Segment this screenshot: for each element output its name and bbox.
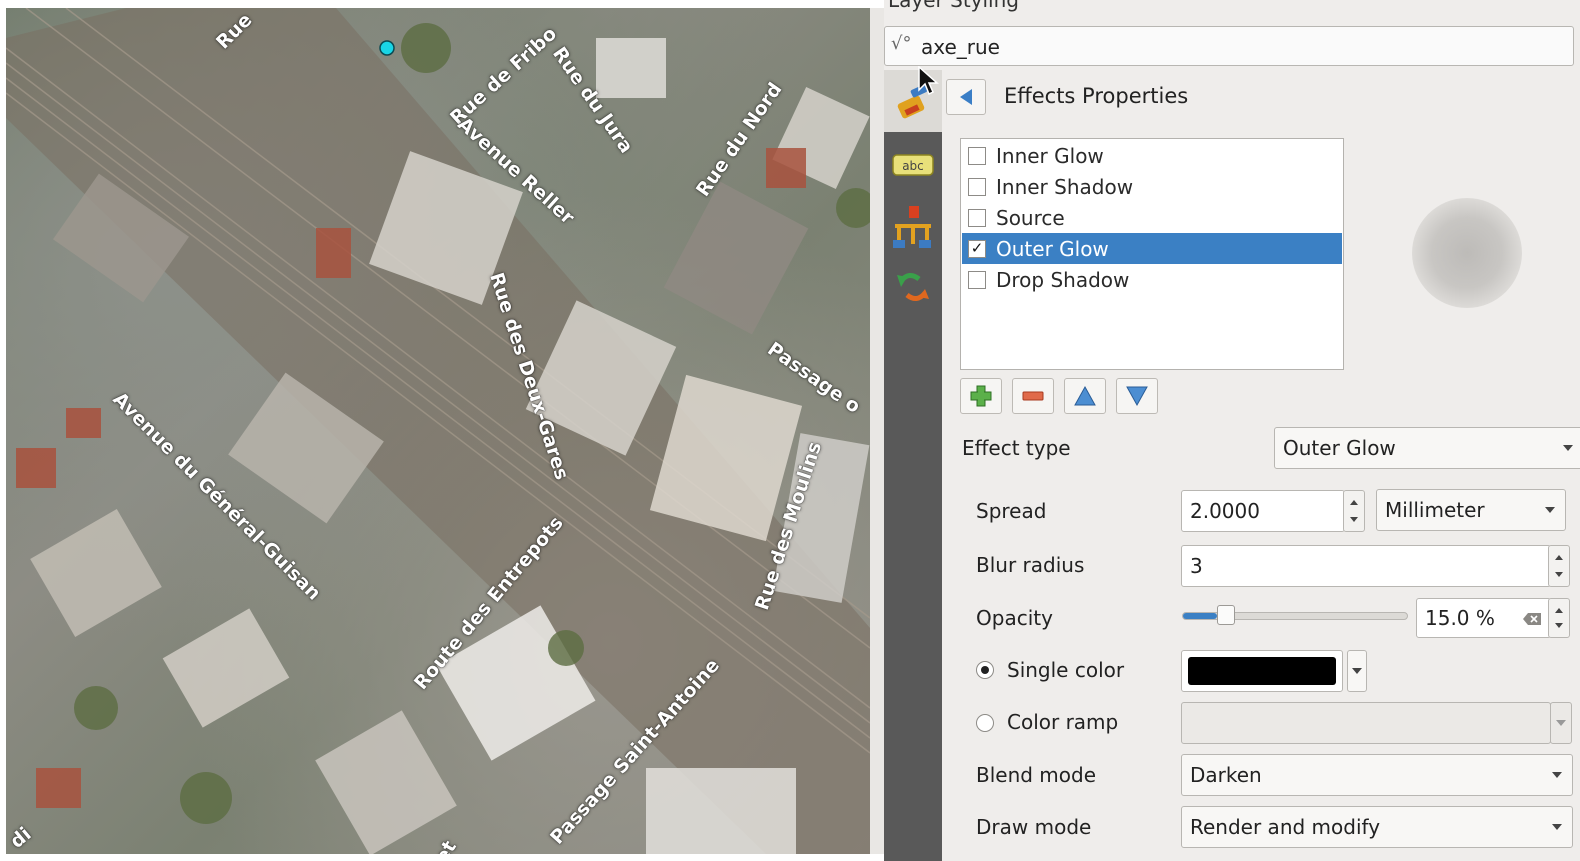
effect-item-drop-shadow[interactable]: Drop Shadow (962, 264, 1342, 295)
back-button[interactable] (946, 79, 986, 115)
effect-label: Inner Glow (996, 143, 1104, 168)
svg-text:abc: abc (902, 159, 924, 173)
effects-list[interactable]: Inner Glow Inner Shadow Source ✓ Outer G… (960, 138, 1344, 370)
spread-unit-value: Millimeter (1385, 498, 1485, 522)
location-marker[interactable] (379, 40, 395, 56)
spread-value: 2.0000 (1190, 499, 1260, 523)
move-up-button[interactable] (1064, 378, 1106, 414)
map-canvas[interactable]: Rue Rue de Fribo Rue du Jura Rue du Nord… (6, 8, 870, 854)
blend-mode-combobox[interactable]: Darken (1181, 754, 1573, 796)
arrow-down-icon (1126, 386, 1148, 407)
spin-up-icon (1555, 555, 1563, 560)
single-color-radio[interactable] (976, 661, 994, 679)
opacity-label: Opacity (976, 606, 1053, 630)
line-layer-icon: √° (891, 33, 912, 54)
single-color-label: Single color (1007, 658, 1125, 682)
color-ramp-label: Color ramp (1007, 710, 1119, 734)
chevron-down-icon (1556, 720, 1566, 726)
opacity-value: 15.0 % (1425, 606, 1495, 630)
spread-label: Spread (976, 499, 1047, 523)
blend-mode-value: Darken (1190, 763, 1262, 787)
opacity-slider-fill (1183, 613, 1217, 619)
opacity-input[interactable]: 15.0 % (1416, 598, 1551, 638)
color-ramp-radio[interactable] (976, 714, 994, 732)
blend-mode-label: Blend mode (976, 763, 1097, 787)
opacity-spinner[interactable] (1548, 598, 1570, 638)
spin-up-icon (1555, 608, 1563, 613)
panel-title: Layer Styling (888, 0, 1019, 12)
effect-type-combobox[interactable]: Outer Glow (1274, 427, 1580, 469)
spread-unit-combobox[interactable]: Millimeter (1376, 489, 1566, 531)
triangle-left-icon (960, 89, 972, 105)
mouse-cursor-icon (918, 66, 939, 96)
layer-combobox[interactable]: √° axe_rue (884, 26, 1574, 66)
blur-radius-input[interactable]: 3 (1181, 545, 1551, 587)
effect-checkbox[interactable] (968, 270, 986, 289)
chevron-down-icon (1352, 668, 1362, 674)
remove-effect-button[interactable] (1012, 378, 1054, 414)
effect-item-outer-glow[interactable]: ✓ Outer Glow (962, 233, 1342, 264)
opacity-slider[interactable] (1182, 605, 1408, 625)
color-ramp-menu-button[interactable] (1550, 702, 1572, 744)
draw-mode-combobox[interactable]: Render and modify (1181, 806, 1573, 848)
spin-down-icon (1555, 623, 1563, 628)
section-title: Effects Properties (1004, 84, 1189, 108)
layer-styling-panel: Layer Styling √° axe_rue abc Effects Pro… (884, 0, 1580, 861)
effect-label: Outer Glow (996, 236, 1109, 261)
arrow-up-icon (1074, 385, 1096, 406)
plus-icon (970, 385, 992, 407)
spin-down-icon (1350, 517, 1358, 522)
draw-mode-label: Draw mode (976, 815, 1092, 839)
color-ramp-button[interactable] (1181, 702, 1551, 744)
blur-radius-value: 3 (1190, 554, 1203, 578)
clear-icon[interactable] (1522, 612, 1542, 626)
effect-item-source[interactable]: Source (962, 202, 1342, 233)
chevron-down-icon (1545, 507, 1555, 513)
draw-mode-value: Render and modify (1190, 815, 1381, 839)
layer-name: axe_rue (921, 35, 1000, 59)
effect-type-value: Outer Glow (1283, 436, 1396, 460)
color-swatch (1188, 657, 1336, 685)
spin-down-icon (1555, 572, 1563, 577)
effect-checkbox[interactable] (968, 177, 986, 196)
tab-diagrams[interactable] (884, 196, 942, 258)
style-tab-bar: abc (884, 70, 942, 861)
diagram-icon (893, 206, 931, 248)
spread-input[interactable]: 2.0000 (1181, 490, 1345, 532)
add-effect-button[interactable] (960, 378, 1002, 414)
minus-icon (1022, 391, 1044, 401)
effect-item-inner-glow[interactable]: Inner Glow (962, 140, 1342, 171)
chevron-down-icon (1552, 772, 1562, 778)
effect-type-label: Effect type (962, 436, 1071, 460)
effect-label: Drop Shadow (996, 267, 1130, 292)
tab-labels[interactable]: abc (884, 134, 942, 196)
spin-up-icon (1350, 500, 1358, 505)
move-down-button[interactable] (1116, 378, 1158, 414)
effect-label: Inner Shadow (996, 174, 1134, 199)
effect-preview (1412, 198, 1522, 308)
chevron-down-icon (1563, 445, 1573, 451)
spread-spinner[interactable] (1343, 490, 1365, 532)
effect-item-inner-shadow[interactable]: Inner Shadow (962, 171, 1342, 202)
chevron-down-icon (1552, 824, 1562, 830)
color-menu-button[interactable] (1347, 650, 1367, 692)
color-button[interactable] (1181, 650, 1343, 692)
labels-abc-icon: abc (892, 154, 934, 176)
effect-checkbox[interactable] (968, 208, 986, 227)
panel-splitter[interactable] (870, 8, 884, 854)
effect-checkbox[interactable] (968, 146, 986, 165)
tab-history[interactable] (884, 256, 942, 318)
history-arrows-icon (897, 273, 929, 301)
opacity-slider-handle[interactable] (1216, 605, 1235, 625)
blur-radius-spinner[interactable] (1548, 545, 1570, 587)
effect-label: Source (996, 205, 1065, 230)
effect-checkbox-checked[interactable]: ✓ (968, 239, 986, 258)
blur-radius-label: Blur radius (976, 553, 1085, 577)
